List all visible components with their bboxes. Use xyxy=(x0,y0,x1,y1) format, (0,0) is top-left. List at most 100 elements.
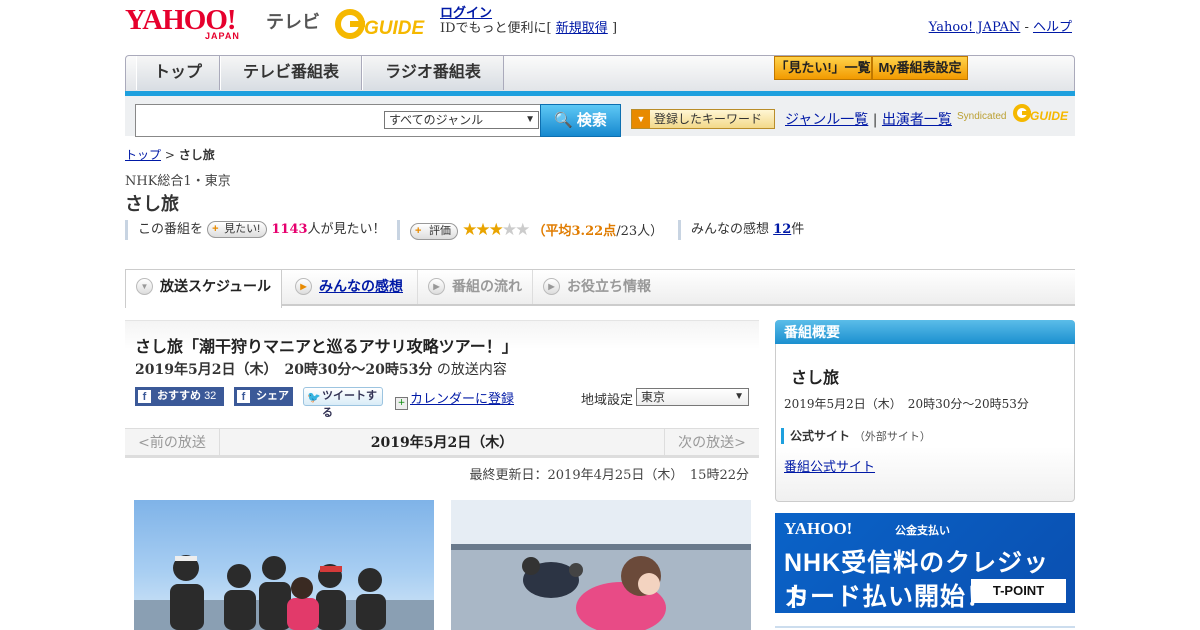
service-name: テレビ xyxy=(266,12,320,32)
mitai-button[interactable]: 見たい! xyxy=(207,221,268,238)
play-icon: ▶ xyxy=(295,278,312,295)
impressions-unit: 件 xyxy=(791,222,805,237)
impressions-stat: みんなの感想 12件 xyxy=(678,220,804,240)
episode-datetime-suffix: の放送内容 xyxy=(436,362,507,378)
program-summary-heading: 番組概要 xyxy=(775,320,1075,344)
keyword-button[interactable]: ▼ 登録したキーワード xyxy=(631,109,775,129)
play-icon: ▶ xyxy=(428,278,445,295)
mitai-suffix: 人が見たい！ xyxy=(307,222,386,237)
tab-info-label: お役立ち情報 xyxy=(567,278,651,294)
official-site-link[interactable]: 番組公式サイト xyxy=(784,460,875,475)
official-site-heading: 公式サイト （外部サイト） xyxy=(781,428,931,444)
tab-schedule[interactable]: ▼ 放送スケジュール xyxy=(125,270,282,308)
episode-title: さし旅「潮干狩りマニアと巡るアサリ攻略ツアー！」 xyxy=(135,339,518,356)
official-site-label: 公式サイト xyxy=(790,429,851,443)
genre-select[interactable]: すべてのジャンル ▼ xyxy=(384,111,539,129)
search-links: ジャンル一覧 | 出演者一覧 xyxy=(785,109,952,129)
mitai-prefix: この番組を xyxy=(138,222,204,237)
help-link[interactable]: ヘルプ xyxy=(1033,20,1072,35)
global-nav: トップ テレビ番組表 ラジオ番組表 「見たい!」一覧 My番組表設定 xyxy=(125,55,1075,95)
facebook-share-label: シェア xyxy=(256,390,289,402)
facebook-icon: f xyxy=(138,390,151,403)
genre-list-link[interactable]: ジャンル一覧 xyxy=(785,112,868,128)
impressions-label: みんなの感想 xyxy=(691,222,770,237)
mitai-list-button[interactable]: 「見たい!」一覧 xyxy=(774,56,872,80)
id-close: ] xyxy=(611,21,618,36)
genre-select-value: すべてのジャンル xyxy=(389,113,484,127)
search-links-divider: | xyxy=(872,112,878,128)
official-site-note: （外部サイト） xyxy=(853,430,931,443)
top-links: Yahoo! JAPAN - ヘルプ xyxy=(929,16,1072,35)
breadcrumb-sep: > xyxy=(164,148,175,162)
breadcrumb-top-link[interactable]: トップ xyxy=(125,148,161,162)
summary-datetime: 2019年5月2日（木） 20時30分～20時53分 xyxy=(784,397,1029,411)
official-site-section: 番組公式サイト xyxy=(784,456,875,475)
calendar-register: + カレンダーに登録 xyxy=(395,388,514,410)
facebook-share-button[interactable]: f シェア xyxy=(234,387,293,406)
content-tabs: ▼ 放送スケジュール ▶ みんなの感想 ▶ 番組の流れ ▶ お役立ち情報 xyxy=(125,270,1075,308)
current-broadcast-date: 2019年5月2日（木） xyxy=(370,435,514,451)
my-schedule-button[interactable]: My番組表設定 xyxy=(872,56,968,80)
program-stats: この番組を 見たい! 1143人が見たい！ 評価 ★★★★★ （平均3.22点/… xyxy=(125,220,825,240)
search-button-label: 検索 xyxy=(576,112,607,129)
rate-button[interactable]: 評価 xyxy=(410,223,458,240)
facebook-icon: f xyxy=(237,390,250,403)
prev-broadcast-button[interactable]: <前の放送 xyxy=(125,429,220,457)
calendar-plus-icon: + xyxy=(395,397,408,410)
syndicated-gguide-logo: GUIDE xyxy=(1012,101,1072,125)
tab-impressions[interactable]: ▶ みんなの感想 xyxy=(285,270,415,304)
calendar-link[interactable]: カレンダーに登録 xyxy=(410,392,514,407)
nhk-credit-banner[interactable]: YAHOO! 公金支払い NHK受信料のクレジット カード払い開始！ T-POI… xyxy=(775,513,1075,613)
average-count: /23人） xyxy=(616,224,664,239)
region-select-value: 東京 xyxy=(641,390,666,404)
id-text: IDでもっと便利に[ xyxy=(440,21,552,36)
tweet-button[interactable]: 🐦 ツイートする xyxy=(303,387,383,419)
gguide-text: GUIDE xyxy=(364,18,426,39)
rating-stat: 評価 ★★★★★ （平均3.22点/23人） xyxy=(397,220,663,240)
star-empty-icon: ★★ xyxy=(501,220,531,240)
region-select[interactable]: 東京 ▼ xyxy=(636,388,749,406)
triangle-down-icon: ▼ xyxy=(632,110,650,128)
tab-info: ▶ お役立ち情報 xyxy=(532,270,662,304)
yahoo-logo-japan: JAPAN xyxy=(205,31,240,41)
performer-list-link[interactable]: 出演者一覧 xyxy=(882,112,952,128)
next-broadcast-button[interactable]: 次の放送> xyxy=(664,429,759,457)
yahoo-japan-link[interactable]: Yahoo! JAPAN xyxy=(929,20,1021,35)
summary-title: さし旅 xyxy=(791,370,840,387)
next-panel-edge xyxy=(775,626,1075,630)
impressions-count-link[interactable]: 12 xyxy=(773,222,791,237)
episode-datetime: 2019年5月2日（木） 20時30分～20時53分 の放送内容 xyxy=(135,359,507,379)
episode-photo-group xyxy=(134,500,434,630)
breadcrumb: トップ > さし旅 xyxy=(125,146,215,163)
search-button[interactable]: 🔍 検索 xyxy=(540,104,621,137)
tab-schedule-label: 放送スケジュール xyxy=(160,278,272,294)
region-label: 地域設定 xyxy=(581,393,634,408)
nav-tab-radio[interactable]: ラジオ番組表 xyxy=(362,56,504,90)
syndicated-gguide-text: GUIDE xyxy=(1030,109,1069,123)
search-icon: 🔍 xyxy=(554,112,573,129)
star-filled-icon: ★★★ xyxy=(462,220,504,240)
episode-photo-clamming xyxy=(451,500,751,630)
breadcrumb-current: さし旅 xyxy=(178,148,215,162)
tpoint-badge: T-POINT xyxy=(971,579,1066,603)
last-updated: 最終更新日：2019年4月25日（木） 15時22分 xyxy=(469,468,749,483)
facebook-recommend-label: おすすめ xyxy=(157,390,201,402)
play-icon: ▶ xyxy=(543,278,560,295)
syndicated-label: Syndicated xyxy=(957,111,1007,122)
top-links-sep: - xyxy=(1024,20,1029,35)
broadcast-pager: <前の放送 2019年5月2日（木） 次の放送> xyxy=(125,428,759,458)
average-open: （ xyxy=(532,224,546,239)
signup-link[interactable]: 新規取得 xyxy=(556,21,608,36)
login-link[interactable]: ログイン xyxy=(440,6,492,21)
channel-name: NHK総合1・東京 xyxy=(125,174,231,189)
nav-tab-tv[interactable]: テレビ番組表 xyxy=(220,56,362,90)
facebook-recommend-button[interactable]: f おすすめ 32 xyxy=(135,387,224,406)
twitter-bird-icon: 🐦 xyxy=(307,392,321,404)
page-title: さし旅 xyxy=(125,194,179,214)
yahoo-logo[interactable]: YAHOO! xyxy=(125,6,237,35)
nav-tab-top[interactable]: トップ xyxy=(136,56,220,90)
banner-line2: カード払い開始！ xyxy=(784,583,993,611)
gguide-logo: GUIDE xyxy=(334,6,434,42)
facebook-recommend-count: 32 xyxy=(204,390,217,402)
tab-flow: ▶ 番組の流れ xyxy=(417,270,531,304)
